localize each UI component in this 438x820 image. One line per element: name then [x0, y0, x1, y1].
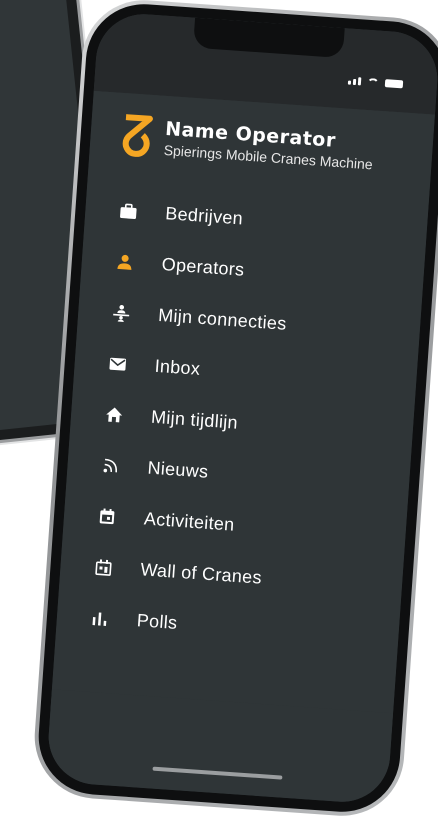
menu-item-label: Polls — [136, 610, 179, 633]
phone-device: Name Operator Spierings Mobile Cranes Ma… — [30, 0, 438, 820]
rss-icon — [99, 454, 122, 477]
person-icon — [113, 250, 136, 273]
home-indicator[interactable] — [152, 766, 283, 780]
menu-item-label: Wall of Cranes — [139, 559, 263, 588]
navigation-drawer: Name Operator Spierings Mobile Cranes Ma… — [46, 90, 435, 794]
menu-item-label: Activiteiten — [143, 508, 236, 535]
drawer-menu: Bedrijven Operators Mijn connecties Inbo… — [87, 185, 408, 663]
status-icons — [347, 77, 404, 89]
home-icon — [102, 403, 125, 426]
connections-icon — [110, 301, 133, 324]
wall-icon — [92, 555, 115, 578]
menu-item-label: Mijn connecties — [157, 304, 288, 334]
phone-screen: Name Operator Spierings Mobile Cranes Ma… — [45, 11, 438, 805]
menu-item-label: Inbox — [154, 355, 201, 379]
menu-item-label: Nieuws — [146, 457, 209, 482]
menu-item-label: Mijn tijdlijn — [150, 406, 239, 433]
wifi-icon — [366, 77, 380, 87]
battery-icon — [384, 79, 404, 89]
briefcase-icon — [117, 199, 140, 222]
menu-item-label: Operators — [161, 254, 246, 280]
bar-chart-icon — [88, 606, 111, 629]
menu-item-label: Bedrijven — [164, 203, 244, 229]
signal-icon — [347, 77, 362, 86]
calendar-icon — [95, 505, 118, 528]
brand-logo-icon — [119, 113, 154, 159]
mail-icon — [106, 352, 129, 375]
drawer-header[interactable]: Name Operator Spierings Mobile Cranes Ma… — [119, 113, 375, 175]
